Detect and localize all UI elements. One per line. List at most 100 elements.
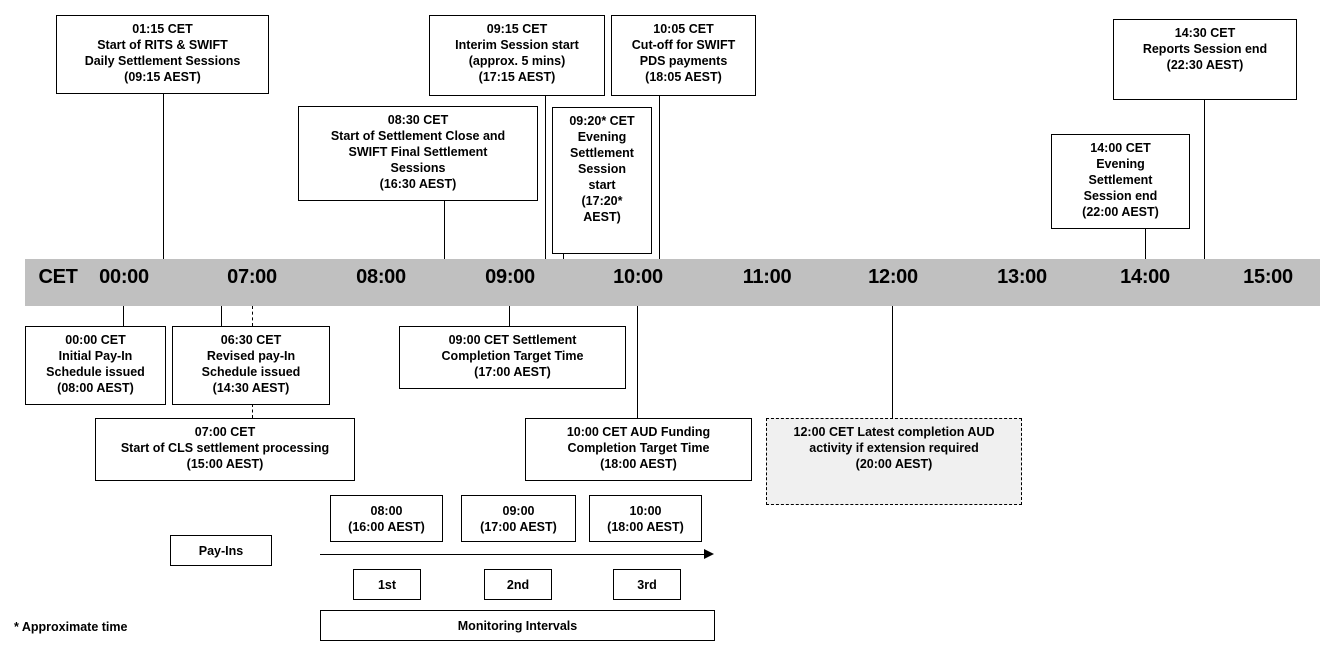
event-text: Interim Session start (455, 38, 579, 52)
event-aest-time: (16:30 AEST) (379, 177, 457, 191)
tick-label: 08:00 (356, 266, 406, 288)
event-time: 09:00 CET Settlement (448, 333, 577, 347)
connector-line (221, 306, 222, 326)
footnote: * Approximate time (14, 620, 128, 634)
event-reports-session-end: 14:30 CET Reports Session end (22:30 AES… (1113, 19, 1297, 100)
arrowhead-icon (704, 549, 714, 559)
event-time: 09:15 CET (486, 22, 548, 36)
event-text: start (588, 178, 616, 192)
event-text: Session end (1083, 189, 1158, 203)
event-rits-swift-start: 01:15 CET Start of RITS & SWIFT Daily Se… (56, 15, 269, 94)
pay-in-time: 10:00 (629, 503, 662, 518)
event-aest-time: (18:05 AEST) (645, 70, 722, 84)
connector-line (659, 95, 660, 259)
event-text: Start of RITS & SWIFT (97, 38, 228, 52)
tick-label: 13:00 (997, 266, 1047, 288)
event-text: Daily Settlement Sessions (84, 54, 241, 68)
event-time: 10:05 CET (653, 22, 714, 36)
connector-line (1204, 99, 1205, 259)
event-text: Settlement (570, 146, 634, 160)
connector-line (545, 95, 546, 259)
event-text: PDS payments (639, 54, 728, 68)
monitoring-interval-box: 3rd (613, 569, 681, 600)
connector-line (637, 306, 638, 418)
event-settlement-completion-target: 09:00 CET Settlement Completion Target T… (399, 326, 626, 389)
event-aest-time: (14:30 AEST) (212, 381, 290, 395)
monitoring-interval-box: 2nd (484, 569, 552, 600)
monitoring-interval-box: 1st (353, 569, 421, 600)
connector-line (163, 93, 164, 259)
event-evening-session-start: 09:20* CET Evening Settlement Session st… (552, 107, 652, 254)
event-text: activity if extension required (809, 441, 979, 455)
timeline-arrow (320, 554, 704, 555)
connector-line (444, 200, 445, 259)
interval-label: 3rd (637, 577, 657, 592)
event-time: 14:30 CET (1174, 26, 1236, 40)
event-initial-pay-in: 00:00 CET Initial Pay-In Schedule issued… (25, 326, 166, 405)
event-aest-time: AEST) (583, 210, 621, 224)
tick-label: 09:00 (485, 266, 535, 288)
connector-line-dashed (252, 404, 253, 418)
event-time: 14:00 CET (1090, 141, 1151, 155)
event-aest-time: (08:00 AEST) (57, 381, 134, 395)
event-aest-time: (15:00 AEST) (186, 457, 264, 471)
interval-label: 1st (377, 577, 397, 592)
event-evening-session-end: 14:00 CET Evening Settlement Session end… (1051, 134, 1190, 229)
event-latest-aud-completion: 12:00 CET Latest completion AUD activity… (766, 418, 1022, 505)
event-interim-session-start: 09:15 CET Interim Session start (approx.… (429, 15, 605, 96)
event-time: 07:00 CET (194, 425, 256, 439)
monitoring-intervals-label-box: Monitoring Intervals (320, 610, 715, 641)
event-text: Evening (1096, 157, 1145, 171)
pay-in-time: 08:00 (370, 503, 403, 518)
tick-label: 11:00 (742, 266, 792, 288)
tick-label: 12:00 (868, 266, 918, 288)
interval-label: 2nd (506, 577, 530, 592)
event-text: Start of Settlement Close and (330, 129, 506, 143)
event-aest-time: (22:30 AEST) (1166, 58, 1244, 72)
event-text: Start of CLS settlement processing (120, 441, 330, 455)
tick-label: 07:00 (227, 266, 277, 288)
event-text: Revised pay-In (206, 349, 296, 363)
connector-line (1145, 228, 1146, 259)
connector-line (892, 306, 893, 418)
event-aest-time: (18:00 AEST) (600, 457, 677, 471)
monitoring-intervals-label: Monitoring Intervals (457, 618, 578, 633)
event-aud-funding-target: 10:00 CET AUD Funding Completion Target … (525, 418, 752, 481)
event-aest-time: (22:00 AEST) (1082, 205, 1159, 219)
tick-label: 14:00 (1120, 266, 1170, 288)
event-settlement-close-start: 08:30 CET Start of Settlement Close and … (298, 106, 538, 201)
pay-ins-label-box: Pay-Ins (170, 535, 272, 566)
event-text: Schedule issued (46, 365, 145, 379)
event-text: Evening (577, 130, 627, 144)
event-aest-time: (17:00 AEST) (474, 365, 551, 379)
pay-in-time-box: 10:00 (18:00 AEST) (589, 495, 702, 542)
event-time: 09:20* CET (569, 114, 635, 128)
event-time: 10:00 CET AUD Funding (566, 425, 711, 439)
tick-label: 00:00 (99, 266, 149, 288)
connector-line (123, 306, 124, 326)
pay-in-aest-time: (17:00 AEST) (480, 519, 557, 534)
event-revised-pay-in: 06:30 CET Revised pay-In Schedule issued… (172, 326, 330, 405)
event-text: Sessions (390, 161, 446, 175)
pay-in-time-box: 09:00 (17:00 AEST) (461, 495, 576, 542)
event-text: Cut-off for SWIFT (631, 38, 736, 52)
event-text: Initial Pay-In (58, 349, 133, 363)
event-text: Settlement (1088, 173, 1153, 187)
event-text: Completion Target Time (441, 349, 584, 363)
pay-in-time-box: 08:00 (16:00 AEST) (330, 495, 443, 542)
event-text: (approx. 5 mins) (468, 54, 566, 68)
pay-in-aest-time: (16:00 AEST) (348, 519, 425, 534)
event-aest-time: (20:00 AEST) (855, 457, 933, 471)
event-cls-processing-start: 07:00 CET Start of CLS settlement proces… (95, 418, 355, 481)
pay-ins-label: Pay-Ins (198, 543, 244, 558)
pay-in-aest-time: (18:00 AEST) (607, 519, 684, 534)
event-time: 00:00 CET (65, 333, 126, 347)
event-text: Reports Session end (1142, 42, 1268, 56)
event-time: 08:30 CET (387, 113, 449, 127)
timeline-label: CET (38, 266, 78, 288)
event-text: Completion Target Time (567, 441, 710, 455)
pay-in-time: 09:00 (502, 503, 535, 518)
tick-label: 15:00 (1243, 266, 1293, 288)
event-time: 06:30 CET (220, 333, 282, 347)
event-text: Schedule issued (201, 365, 301, 379)
